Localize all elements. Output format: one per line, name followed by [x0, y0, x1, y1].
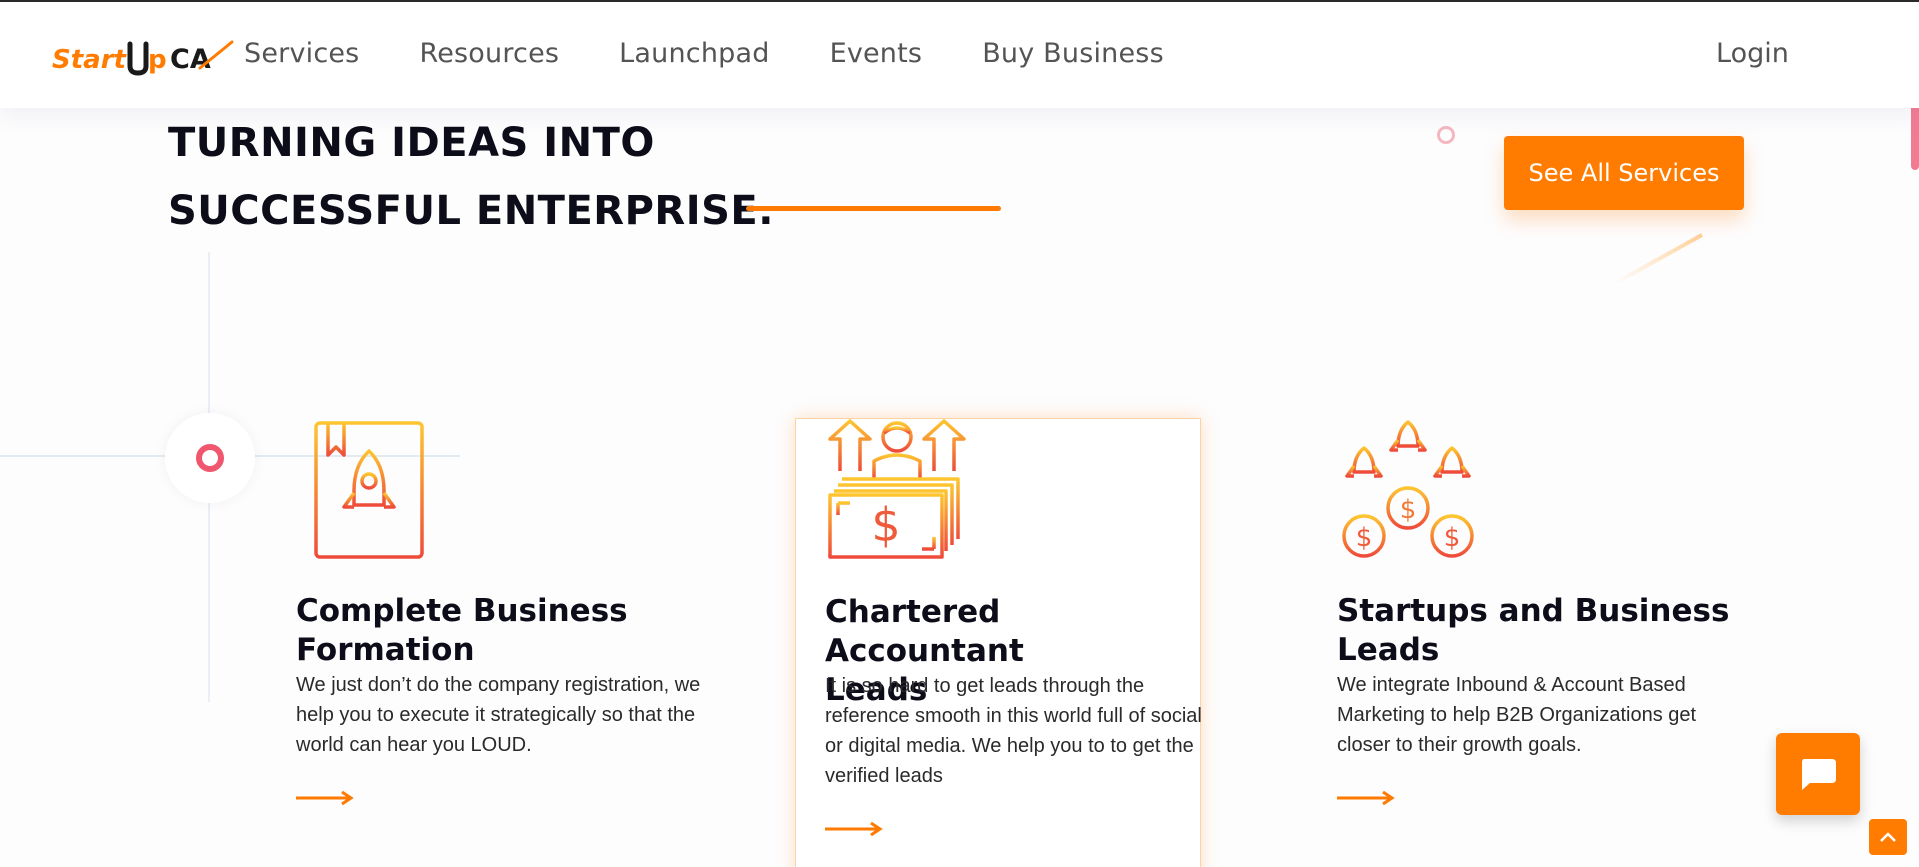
- startupca-logo[interactable]: Start p CA: [52, 36, 238, 76]
- arrow-right-icon[interactable]: [296, 790, 354, 806]
- card-title-line-2: Formation: [296, 632, 475, 668]
- scroll-to-top-button[interactable]: [1869, 819, 1907, 855]
- hero-heading-line-2: SUCCESSFUL ENTERPRISE.: [168, 188, 774, 234]
- site-header: Start p CA Services Resources Launchpad …: [0, 2, 1919, 108]
- arrow-right-icon[interactable]: [825, 821, 883, 837]
- svg-text:$: $: [1444, 523, 1461, 553]
- card-title-line-1: Startups and Business: [1337, 593, 1730, 629]
- card-title: Startups and Business Leads: [1337, 592, 1729, 670]
- rocket-certificate-icon: [314, 421, 424, 559]
- service-card-ca-leads[interactable]: $ Chartered Accountant Leads It is so ha…: [795, 418, 1202, 867]
- nav-events[interactable]: Events: [830, 38, 923, 69]
- hero-underline: [746, 206, 1001, 211]
- money-leads-icon: $: [828, 419, 966, 559]
- nav-buy-business[interactable]: Buy Business: [982, 38, 1164, 69]
- nav-services[interactable]: Services: [244, 38, 359, 69]
- card-description: We integrate Inbound & Account Based Mar…: [1337, 674, 1697, 756]
- decorative-ring: [1437, 126, 1455, 144]
- decorative-pink-ring: [196, 444, 224, 472]
- login-link[interactable]: Login: [1716, 38, 1789, 69]
- nav-launchpad[interactable]: Launchpad: [619, 38, 769, 69]
- chat-bubble-icon: [1802, 759, 1836, 790]
- svg-text:$: $: [1356, 523, 1373, 553]
- arrow-right-icon[interactable]: [1337, 790, 1395, 806]
- nav-resources[interactable]: Resources: [419, 38, 559, 69]
- svg-text:Start: Start: [52, 45, 128, 75]
- card-description: We just don’t do the company registratio…: [296, 674, 701, 756]
- card-title-line-1: Complete Business: [296, 593, 628, 629]
- hero-heading-line-1: TURNING IDEAS INTO: [168, 120, 655, 166]
- svg-text:$: $: [871, 498, 900, 552]
- svg-text:CA: CA: [170, 44, 211, 75]
- chevron-up-icon: [1880, 832, 1896, 842]
- svg-text:p: p: [148, 45, 167, 75]
- card-title-line-2: Leads: [1337, 632, 1440, 668]
- see-all-services-button[interactable]: See All Services: [1504, 136, 1744, 210]
- card-description: It is so hard to get leads through the r…: [825, 675, 1202, 787]
- svg-text:$: $: [1400, 495, 1417, 525]
- card-title: Complete Business Formation: [296, 592, 628, 670]
- card-title-line-1: Chartered Accountant: [825, 594, 1024, 669]
- rockets-coins-icon: $ $ $: [1342, 420, 1474, 558]
- decorative-circle: [165, 413, 255, 503]
- chat-button[interactable]: [1776, 733, 1860, 815]
- main-nav: Services Resources Launchpad Events Buy …: [244, 38, 1224, 69]
